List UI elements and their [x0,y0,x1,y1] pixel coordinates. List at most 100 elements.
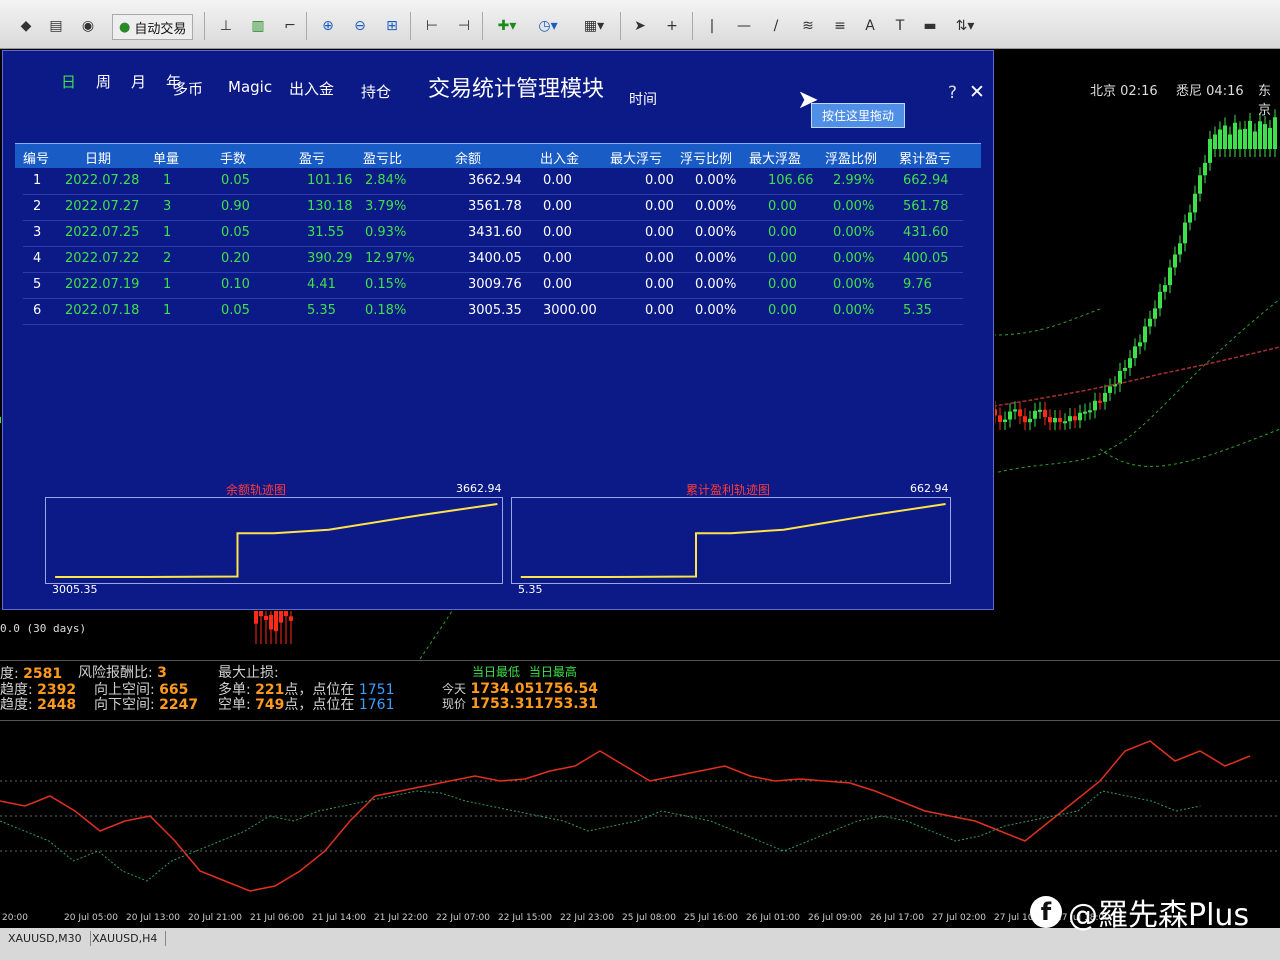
autoscroll-icon[interactable]: ⊣ [452,14,476,38]
deposit-button[interactable]: 出入金 [289,78,334,99]
magic-button[interactable]: Magic [228,78,272,96]
tab-day[interactable]: 日 [61,71,76,92]
table-row[interactable]: 6 2022.07.18 1 0.05 5.35 0.18% 3005.35 3000.00 0… [23,299,963,325]
candle-body [1048,417,1052,423]
text-icon[interactable]: A [858,14,882,38]
time-tick: 20 Jul 21:00 [188,913,242,923]
watermark-text: @羅先森Plus [1068,898,1250,933]
col-deposit: 出入金 [540,152,580,167]
candle-body [1053,417,1057,423]
channel-icon[interactable]: ≋ [796,14,820,38]
cell-date: 2022.07.22 [65,251,140,266]
cell-lots: 0.05 [221,173,250,188]
indicator-canvas [0,740,1280,892]
candlestick-icon[interactable]: ▥ [246,14,270,38]
table-row[interactable]: 3 2022.07.25 1 0.05 31.55 0.93% 3431.60 0.00 0.0… [23,221,963,247]
chart-shift-icon[interactable]: ⊢ [420,14,444,38]
cell-lots: 0.20 [221,251,250,266]
periods-icon[interactable]: ◷▾ [530,14,566,38]
candle-body [1268,127,1272,149]
tab-xauusd-m30[interactable]: XAUUSD,M30 [0,931,91,946]
balance-chart-min: 3005.35 [52,583,98,596]
candle-body [1203,162,1207,176]
bollinger-lower [1099,428,1280,467]
cell-max-dd: 0.00 [645,225,674,240]
cell-pl-ratio: 0.18% [365,303,407,318]
auto-trade-button[interactable]: ● 自动交易 [112,14,194,40]
candle-body [264,615,268,620]
cell-pl: 31.55 [307,225,345,240]
cell-fp-ratio: 0.00% [833,251,875,266]
cell-pl: 5.35 [307,303,336,318]
cell-lots: 0.05 [221,303,250,318]
col-count: 单量 [153,152,180,167]
cell-pl: 390.29 [307,251,353,266]
toolbar-separator [482,12,483,40]
time-tick: 27 Jul 02:00 [932,913,986,923]
text-label-icon[interactable]: T [888,14,912,38]
zoom-out-icon[interactable]: ⊖ [348,14,372,38]
rectangle-icon[interactable]: ▬ [918,14,942,38]
trade-stats-dialog[interactable]: 日 周 月 年 多币 Magic 出入金 持仓 交易统计管理模块 时间 ? ✕ … [2,50,994,610]
candle-body [1138,342,1142,347]
multi-currency-button[interactable]: 多币 [173,78,203,99]
candle-body [1073,416,1077,421]
trendline-icon[interactable]: / [764,14,788,38]
candle-body [1193,193,1197,213]
cell-fp-ratio: 0.00% [833,199,875,214]
table-row[interactable]: 4 2022.07.22 2 0.20 390.29 12.97% 3400.05 0.00 0… [23,247,963,273]
cell-pl: 4.41 [307,277,336,292]
fibonacci-icon[interactable]: ≡ [828,14,852,38]
candle-body [289,616,293,621]
table-row[interactable]: 5 2022.07.19 1 0.10 4.41 0.15% 3009.76 0.00 0.00… [23,273,963,299]
tile-windows-icon[interactable]: ⊞ [380,14,404,38]
time-button[interactable]: 时间 [629,89,657,109]
indicator-signal-line [0,790,1201,882]
zoom-in-icon[interactable]: ⊕ [316,14,340,38]
cursor-icon[interactable]: ➤ [628,14,652,38]
horizontal-line-icon[interactable]: — [732,14,756,38]
short-stop: 空单: 749点，点位在 1761 [218,697,395,713]
cell-date: 2022.07.19 [65,277,140,292]
drawing-icon[interactable]: ◆ [14,14,38,38]
candle-body [1043,409,1047,418]
cell-balance: 3662.94 [468,173,522,188]
indicator-window[interactable] [0,720,1280,911]
line-chart-icon[interactable]: ⌐ [278,14,302,38]
cell-max-dd: 0.00 [645,173,674,188]
navigator-icon[interactable]: ▤ [44,14,68,38]
close-icon[interactable]: ✕ [969,81,985,103]
profit-chart: 累计盈利轨迹图 662.94 5.35 [511,482,951,596]
crosshair-icon[interactable]: + [660,14,684,38]
cell-dd-ratio: 0.00% [695,251,737,266]
dialog-title: 交易统计管理模块 [428,77,605,102]
cell-deposit: 0.00 [543,277,572,292]
clock-sydney: 悉尼 04:16 [1176,84,1244,99]
drag-handle[interactable]: 按住这里拖动 [811,103,906,128]
tab-week[interactable]: 周 [96,71,111,92]
table-row[interactable]: 1 2022.07.28 1 0.05 101.16 2.84% 3662.94 0.00 0.… [23,169,963,195]
positions-button[interactable]: 持仓 [361,81,391,102]
candle-body [1123,367,1127,371]
cell-max-fp: 0.00 [768,251,797,266]
candle-body [1003,419,1007,422]
current-price: 现价 1753.311753.31 [442,696,598,712]
cell-count: 2 [163,251,172,266]
cell-fp-ratio: 2.99% [833,173,875,188]
table-row[interactable]: 2 2022.07.27 3 0.90 130.18 3.79% 3561.78 0.00 0.… [23,195,963,221]
templates-icon[interactable]: ▦▾ [576,14,612,38]
arrows-icon[interactable]: ⇅▾ [948,14,982,38]
signal-icon[interactable]: ◉ [76,14,100,38]
tab-month[interactable]: 月 [131,71,146,92]
candle-body [1143,326,1147,343]
candle-body [1058,417,1062,422]
candle-body [1158,291,1162,309]
cell-cum-pl: 9.76 [903,277,932,292]
cell-dd-ratio: 0.00% [695,199,737,214]
candle-body [1233,122,1237,149]
help-icon[interactable]: ? [948,83,957,103]
bar-chart-icon[interactable]: ⊥ [214,14,238,38]
tab-xauusd-h4[interactable]: XAUUSD,H4 [84,931,167,946]
vertical-line-icon[interactable]: | [700,14,724,38]
indicators-icon[interactable]: ✚▾ [490,14,524,38]
